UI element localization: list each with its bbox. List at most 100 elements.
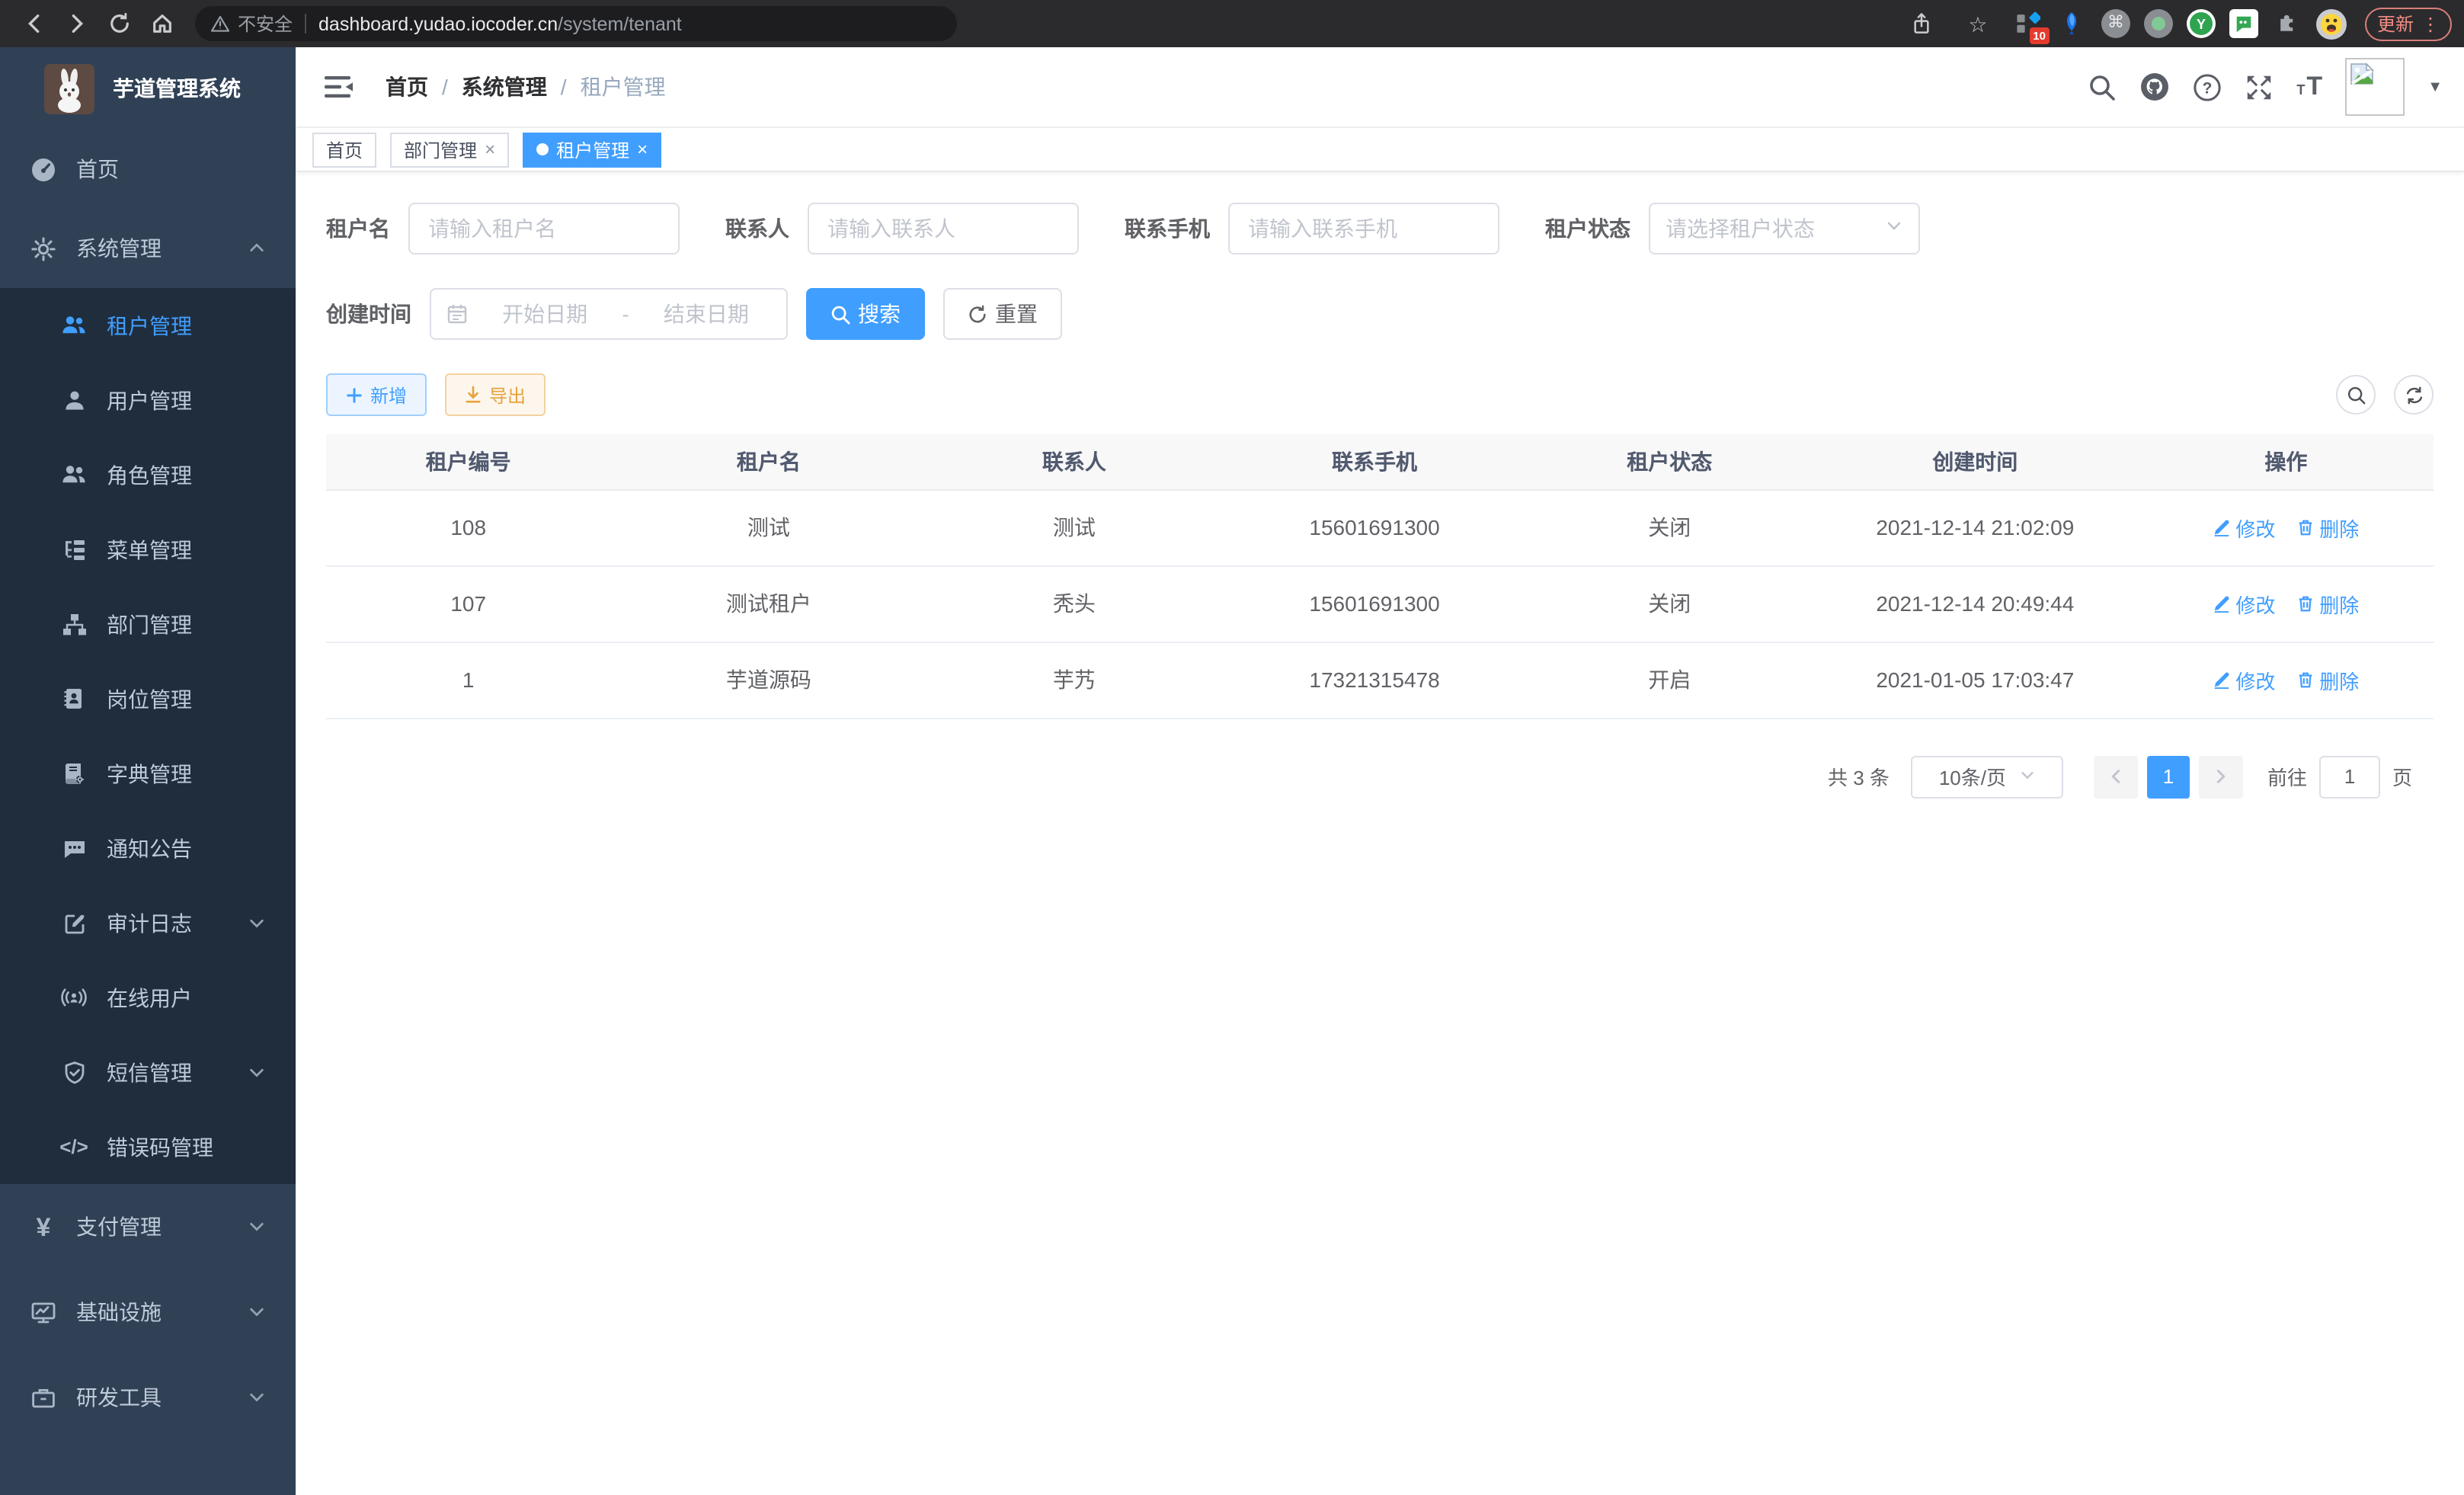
sidebar-item-tenant[interactable]: 租户管理 [0,288,296,363]
contact-input[interactable] [808,203,1079,255]
prev-page-button[interactable] [2094,755,2138,798]
col-created: 创建时间 [1812,434,2139,489]
help-icon[interactable]: ? [2193,72,2222,101]
bookmark-star-icon[interactable]: ☆ [1966,11,1990,36]
sidebar-item-devtools[interactable]: 研发工具 [0,1355,296,1440]
search-button[interactable]: 搜索 [806,288,925,340]
sidebar-item-dict[interactable]: 字典管理 [0,736,296,811]
table-row[interactable]: 1 芋道源码 芋艿 17321315478 开启 2021-01-05 17:0… [326,642,2434,718]
export-button[interactable]: 导出 [445,373,546,416]
tenant-name-label: 租户名 [326,213,390,244]
browser-menu-icon[interactable]: ⋮ [2421,13,2440,34]
refresh-table-icon[interactable] [2394,375,2434,415]
extension-puzzle-icon[interactable] [2272,8,2302,39]
extension-pin-icon[interactable]: 10 [2013,8,2043,39]
forward-icon[interactable] [64,11,88,36]
breadcrumb-system[interactable]: 系统管理 [462,72,547,102]
sidebar-item-label: 租户管理 [107,310,192,341]
chevron-down-icon [248,1385,265,1410]
page-content: 租户名 联系人 联系手机 租户状态 请选择租户状态 [296,172,2464,1495]
navbar-actions: ? TT ▼ [2088,58,2443,116]
phone-input[interactable] [1228,203,1499,255]
sidebar-item-post[interactable]: 岗位管理 [0,661,296,736]
goto-label: 前往 [2267,762,2307,791]
close-icon[interactable]: × [637,139,648,160]
sidebar-item-label: 错误码管理 [107,1132,213,1162]
plus-icon [346,386,363,403]
extension-kite-icon[interactable] [2057,8,2088,39]
cell-created: 2021-01-05 17:03:47 [1812,642,2139,718]
font-size-icon[interactable]: TT [2296,76,2322,98]
tab-tenant[interactable]: 租户管理 × [523,132,661,167]
status-select[interactable]: 请选择租户状态 [1649,203,1920,255]
sidebar-item-sms[interactable]: 短信管理 [0,1035,296,1109]
close-icon[interactable]: × [485,139,495,160]
sidebar-collapse-icon[interactable] [325,75,354,99]
page-size-select[interactable]: 10条/页 [1911,755,2063,798]
extension-chat-icon[interactable] [2229,9,2258,38]
sidebar-item-infra[interactable]: 基础设施 [0,1269,296,1355]
system-submenu: 租户管理 用户管理 角色管理 [0,288,296,1184]
extension-dot-icon[interactable] [2144,9,2173,38]
reload-icon[interactable] [107,11,131,36]
delete-button[interactable]: 删除 [2296,513,2359,542]
table-tools [2336,375,2434,415]
github-icon[interactable] [2139,72,2170,102]
date-start-placeholder: 开始日期 [480,299,610,329]
sidebar-item-dept[interactable]: 部门管理 [0,587,296,661]
sidebar-item-label: 审计日志 [107,908,192,938]
search-icon[interactable] [2088,72,2117,101]
avatar[interactable] [2345,58,2405,116]
extension-emoji-icon[interactable] [2316,8,2347,39]
browser-actions: ☆ 10 ⌘ [1900,7,2452,40]
sidebar-item-label: 岗位管理 [107,683,192,714]
breadcrumb-home[interactable]: 首页 [386,72,428,102]
tab-dept[interactable]: 部门管理 × [390,132,509,167]
browser-update-button[interactable]: 更新 ⋮ [2365,7,2452,40]
sidebar-item-online[interactable]: 在线用户 [0,960,296,1035]
chevron-down-icon [2018,765,2035,788]
sidebar-item-role[interactable]: 角色管理 [0,437,296,512]
sidebar-item-notice[interactable]: 通知公告 [0,811,296,885]
avatar-caret-icon[interactable]: ▼ [2427,78,2443,95]
sidebar-item-user[interactable]: 用户管理 [0,363,296,437]
edit-button[interactable]: 修改 [2213,665,2275,694]
sidebar-item-auditlog[interactable]: 审计日志 [0,885,296,960]
next-page-button[interactable] [2199,755,2243,798]
sidebar-item-home[interactable]: 首页 [0,130,296,209]
fullscreen-icon[interactable] [2245,72,2274,101]
extension-y-icon[interactable]: Y [2187,9,2216,38]
table-row[interactable]: 107 测试租户 秃头 15601691300 关闭 2021-12-14 20… [326,565,2434,642]
home-icon[interactable] [149,11,174,36]
date-range-picker[interactable]: 开始日期 - 结束日期 [430,288,788,340]
add-button[interactable]: 新增 [326,373,427,416]
sidebar-item-system[interactable]: 系统管理 [0,209,296,288]
extension-cmd-icon[interactable]: ⌘ [2101,9,2130,38]
tab-home[interactable]: 首页 [312,132,376,167]
show-search-icon[interactable] [2336,375,2376,415]
delete-button[interactable]: 删除 [2296,665,2359,694]
back-icon[interactable] [21,11,46,36]
table-row[interactable]: 108 测试 测试 15601691300 关闭 2021-12-14 21:0… [326,489,2434,565]
sidebar-item-pay[interactable]: ¥ 支付管理 [0,1184,296,1269]
sidebar-item-label: 支付管理 [76,1212,162,1242]
sidebar-item-errorcode[interactable]: </> 错误码管理 [0,1109,296,1184]
reset-button[interactable]: 重置 [943,288,1062,340]
share-icon[interactable] [1909,11,1934,36]
page-number-1[interactable]: 1 [2147,755,2190,798]
breadcrumb-separator: / [442,75,448,99]
cell-phone: 17321315478 [1222,642,1528,718]
filter-row-1: 租户名 联系人 联系手机 租户状态 请选择租户状态 [326,203,2434,255]
edit-button[interactable]: 修改 [2213,589,2275,618]
tenant-name-input[interactable] [408,203,680,255]
sidebar-item-menu[interactable]: 菜单管理 [0,512,296,587]
app-logo: 芋道管理系统 [0,47,296,130]
col-phone: 联系手机 [1222,434,1528,489]
url-bar[interactable]: 不安全 dashboard.yudao.iocoder.cn/system/te… [195,6,957,41]
delete-button[interactable]: 删除 [2296,589,2359,618]
edit-button[interactable]: 修改 [2213,513,2275,542]
trash-icon [2296,671,2315,689]
breadcrumb: 首页 / 系统管理 / 租户管理 [386,72,666,102]
goto-page-input[interactable] [2319,755,2380,798]
sidebar-item-label: 短信管理 [107,1057,192,1087]
